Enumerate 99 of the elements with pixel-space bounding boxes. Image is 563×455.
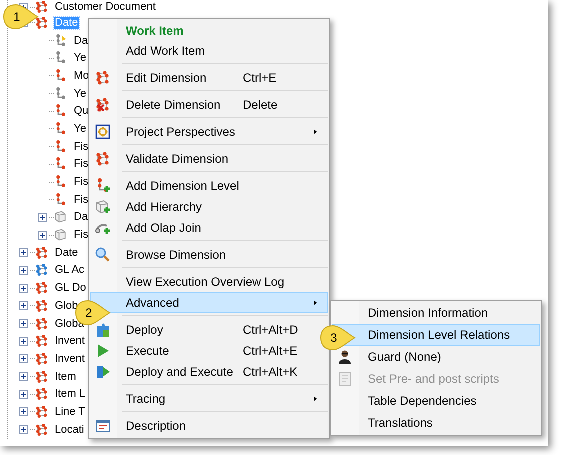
- tree-item[interactable]: Ye: [73, 88, 88, 100]
- menu-item[interactable]: Description: [90, 415, 328, 436]
- tree-item[interactable]: Item: [54, 370, 78, 383]
- expand-toggle[interactable]: [18, 248, 28, 258]
- tree-item[interactable]: GL Ac: [54, 264, 86, 276]
- level-icon: [54, 122, 68, 136]
- tree-item[interactable]: Da: [73, 211, 90, 224]
- tree-item[interactable]: Date: [54, 246, 80, 259]
- menu-item[interactable]: Add Olap Join: [90, 217, 328, 238]
- level-icon: [54, 104, 68, 118]
- add-level-icon: [95, 178, 111, 194]
- menu-item[interactable]: Execute Ctrl+Alt+E: [90, 340, 328, 361]
- tree-item[interactable]: Invent: [54, 335, 86, 348]
- dimension-icon: [35, 298, 49, 313]
- menu-item[interactable]: Tracing: [90, 388, 328, 409]
- person-icon: [337, 349, 353, 365]
- menu-item[interactable]: Browse Dimension: [90, 244, 328, 265]
- tree-item[interactable]: Da: [73, 34, 90, 47]
- menu-item[interactable]: Add Work Item: [90, 40, 328, 61]
- tree-item[interactable]: Fis: [73, 176, 90, 188]
- tree-item[interactable]: Invent: [54, 352, 86, 365]
- tree-item[interactable]: Ye: [73, 52, 88, 64]
- menu-item[interactable]: Deploy and Execute Ctrl+Alt+K: [90, 361, 328, 382]
- expand-toggle[interactable]: [18, 319, 28, 328]
- script-icon: [337, 371, 353, 387]
- dimension-icon: [35, 316, 49, 331]
- dimension-icon: [35, 387, 49, 402]
- perspective-icon: [95, 124, 111, 140]
- dimension-icon: [35, 404, 49, 419]
- menu-item[interactable]: Validate Dimension: [90, 148, 328, 169]
- deploy-execute-icon: [95, 364, 111, 380]
- level-icon: [54, 68, 68, 83]
- expand-toggle[interactable]: [38, 230, 46, 240]
- menu-item[interactable]: Add Dimension Level: [90, 175, 328, 196]
- menu-item[interactable]: Delete Dimension Delete: [90, 94, 328, 115]
- callout-tooltip: [320, 325, 356, 351]
- menu-item[interactable]: Deploy Ctrl+Alt+D: [90, 319, 328, 340]
- menu-item[interactable]: Edit Dimension Ctrl+E: [90, 67, 328, 88]
- submenu-arrow-icon: [314, 394, 319, 402]
- expand-toggle[interactable]: [18, 266, 28, 275]
- callout-number: 3: [330, 331, 338, 345]
- level-icon: [54, 51, 68, 66]
- menu-item[interactable]: Advanced: [90, 292, 328, 313]
- dimension-icon: [35, 16, 49, 30]
- play-icon: [95, 342, 111, 358]
- level-icon: [54, 175, 68, 190]
- expand-toggle[interactable]: [38, 212, 46, 222]
- submenu-arrow-icon: [314, 128, 319, 136]
- expand-toggle[interactable]: [18, 407, 28, 416]
- description-icon: [95, 418, 111, 434]
- dimension-delete-icon: [95, 96, 111, 112]
- menu-item[interactable]: View Execution Overview Log: [90, 271, 328, 292]
- expand-toggle[interactable]: [18, 336, 28, 346]
- search-icon: [95, 246, 111, 262]
- level-icon: [54, 192, 68, 207]
- tree-item[interactable]: Customer Document: [54, 1, 157, 13]
- tree-item[interactable]: Fis: [73, 194, 90, 206]
- callout-tooltip: [3, 4, 39, 30]
- callout-number: 1: [12, 10, 22, 24]
- tree-item[interactable]: GL Do: [54, 282, 88, 294]
- expand-toggle[interactable]: [18, 354, 28, 364]
- dimension-icon: [35, 281, 49, 296]
- expand-toggle[interactable]: [18, 390, 28, 399]
- tree-item[interactable]: Locati: [54, 424, 86, 436]
- menu-item[interactable]: Translations: [332, 412, 540, 434]
- level-icon: [54, 140, 68, 154]
- level-icon: [54, 157, 68, 172]
- dimension-icon: [35, 334, 49, 348]
- expand-toggle[interactable]: [18, 372, 28, 382]
- menu-item[interactable]: Dimension Information: [332, 302, 540, 324]
- expand-toggle[interactable]: [18, 301, 28, 310]
- submenu-arrow-icon: [314, 298, 319, 306]
- dimension-icon: [35, 370, 49, 384]
- menu-item[interactable]: Project Perspectives: [90, 121, 328, 142]
- menu-item[interactable]: Work Item: [90, 21, 328, 40]
- menu-item[interactable]: Guard (None): [332, 346, 540, 368]
- tree-item[interactable]: Fis: [73, 158, 90, 170]
- menu-item[interactable]: Table Dependencies: [332, 390, 540, 412]
- dimension-icon: [35, 422, 49, 437]
- add-hierarchy-icon: [95, 198, 111, 214]
- dimension-icon: [35, 352, 49, 366]
- puzzle-icon: [95, 322, 111, 338]
- tree-item[interactable]: Fis: [73, 140, 90, 153]
- expand-toggle[interactable]: [18, 425, 28, 434]
- tree-item[interactable]: Item L: [54, 388, 87, 400]
- dimension-icon: [95, 70, 111, 86]
- level-icon: [54, 34, 68, 48]
- tree-item[interactable]: Line T: [54, 406, 86, 418]
- dimension-icon: [95, 150, 111, 166]
- dimension-icon: [35, 263, 49, 278]
- tree-item[interactable]: Qu: [73, 105, 90, 118]
- expand-toggle[interactable]: [18, 284, 28, 293]
- tree-item[interactable]: Fis: [73, 229, 90, 242]
- dimension-icon: [35, 0, 49, 14]
- level-icon: [54, 86, 68, 101]
- dimension-icon: [35, 246, 49, 260]
- menu-item[interactable]: Add Hierarchy: [90, 196, 328, 217]
- tree-item[interactable]: Ye: [73, 122, 88, 135]
- tree-item[interactable]: Glob: [54, 300, 80, 312]
